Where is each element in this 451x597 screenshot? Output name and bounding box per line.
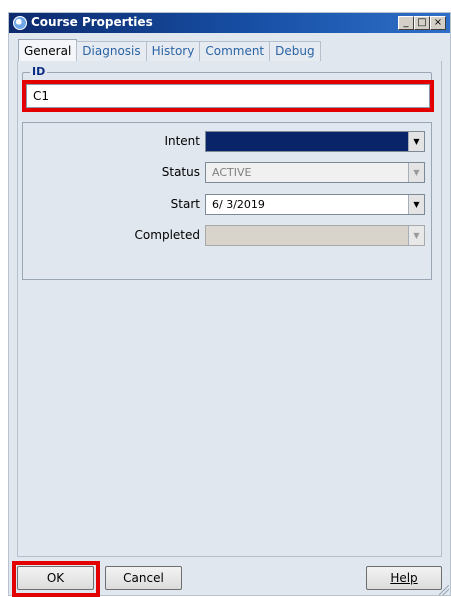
help-button[interactable]: Help [366,566,442,590]
intent-row: Intent ▼ [23,131,431,153]
completed-date-picker[interactable]: ▼ [205,225,425,246]
window-controls: _ □ × [398,16,446,30]
title-bar[interactable]: Course Properties _ □ × [9,13,450,33]
tab-comment[interactable]: Comment [199,41,271,61]
chevron-down-icon[interactable]: ▼ [408,195,424,214]
start-date-picker[interactable]: 6/ 3/2019 ▼ [205,194,425,215]
resize-grip-icon[interactable] [439,585,449,595]
intent-label: Intent [164,134,200,148]
properties-group-box: Intent ▼ Status ACTIVE ▼ Start 6/ 3/2019… [22,122,432,280]
status-row: Status ACTIVE ▼ [23,162,431,184]
status-label: Status [161,165,200,179]
tab-strip: General Diagnosis History Comment Debug [18,39,321,61]
minimize-button[interactable]: _ [398,16,414,30]
intent-dropdown[interactable]: ▼ [205,131,425,152]
tab-diagnosis[interactable]: Diagnosis [76,41,147,61]
ok-button[interactable]: OK [17,566,94,590]
course-icon [13,16,27,30]
chevron-down-icon[interactable]: ▼ [408,132,424,151]
status-dropdown[interactable]: ACTIVE ▼ [205,162,425,183]
window-title: Course Properties [31,15,153,29]
tab-general[interactable]: General [18,39,78,61]
chevron-down-icon[interactable]: ▼ [408,163,424,182]
status-value: ACTIVE [212,166,252,179]
completed-row: Completed ▼ [23,225,431,247]
start-value: 6/ 3/2019 [212,198,265,211]
close-button[interactable]: × [430,16,446,30]
id-input[interactable] [26,84,430,108]
start-label: Start [170,197,200,211]
start-row: Start 6/ 3/2019 ▼ [23,194,431,216]
chevron-down-icon[interactable]: ▼ [408,226,424,245]
maximize-button[interactable]: □ [414,16,430,30]
id-group-legend: ID [30,65,48,78]
tab-history[interactable]: History [145,41,201,61]
tab-debug[interactable]: Debug [269,41,321,61]
completed-label: Completed [134,228,200,242]
cancel-button[interactable]: Cancel [105,566,182,590]
